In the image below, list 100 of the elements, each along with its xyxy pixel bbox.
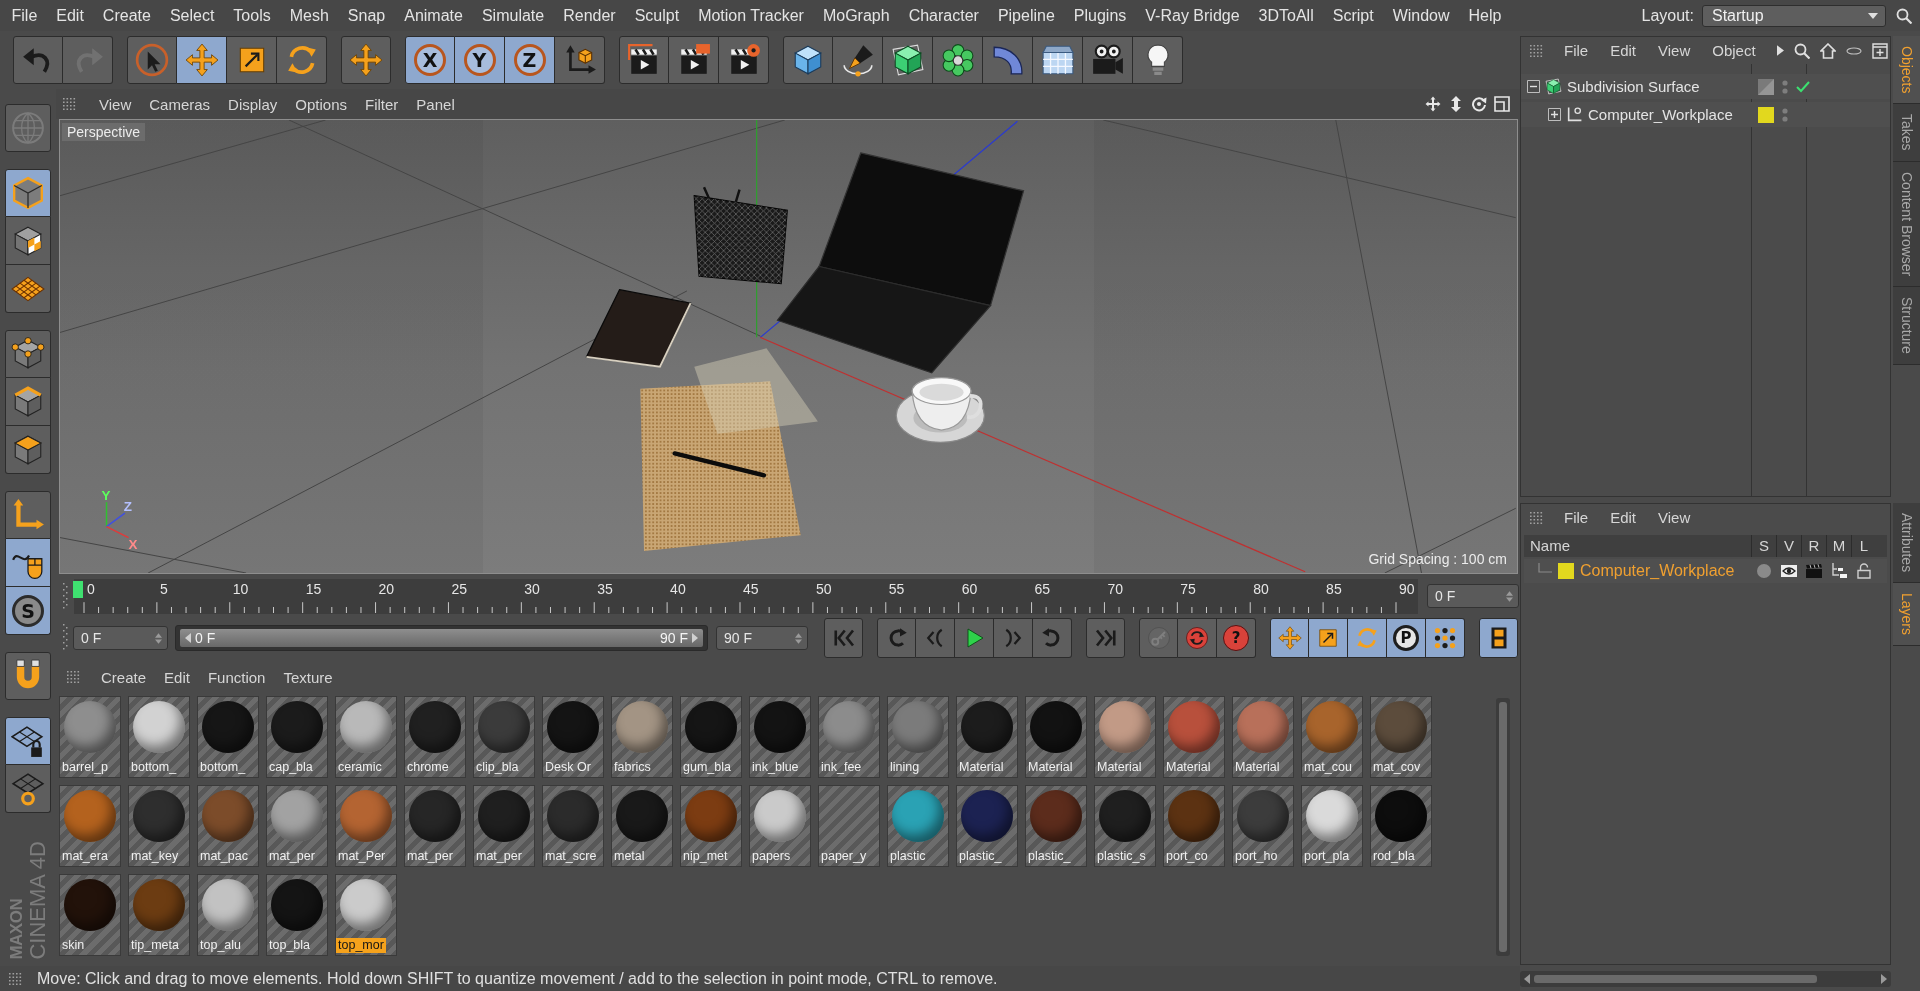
menu-item[interactable]: File [2, 5, 47, 26]
material-swatch[interactable]: rod_bla [1370, 785, 1432, 867]
layout-dropdown[interactable]: Startup [1702, 4, 1886, 27]
menu-item[interactable]: Animate [394, 5, 473, 26]
material-swatch[interactable]: mat_pac [197, 785, 259, 867]
menu-item[interactable]: Tools [223, 5, 281, 26]
four-way-arrow-icon[interactable] [1425, 96, 1441, 112]
menu-item[interactable]: Object [1701, 42, 1767, 59]
material-swatch[interactable]: ink_blue [749, 696, 811, 778]
render-settings-button[interactable] [719, 36, 769, 84]
previous-key-button[interactable] [877, 618, 916, 658]
material-swatch[interactable]: cap_bla [266, 696, 328, 778]
material-swatch[interactable]: mat_cov [1370, 696, 1432, 778]
menu-item[interactable]: Sculpt [625, 5, 689, 26]
right-arrow-icon[interactable] [692, 633, 698, 643]
polygons-mode-button[interactable] [5, 426, 51, 474]
camera-button[interactable] [1083, 36, 1133, 84]
grip-icon[interactable] [62, 97, 76, 111]
key-move-button[interactable] [1270, 618, 1309, 658]
material-swatch[interactable]: Material [1232, 696, 1294, 778]
timeline-button[interactable] [1479, 618, 1518, 658]
column-header[interactable]: Name [1524, 535, 1751, 557]
menu-item[interactable]: Filter [356, 95, 408, 113]
go-to-end-button[interactable] [1086, 618, 1125, 658]
menu-item[interactable]: Motion Tracker [688, 5, 814, 26]
axis-mode-button[interactable] [5, 491, 51, 539]
pen-button[interactable] [833, 36, 883, 84]
material-swatch[interactable]: port_ho [1232, 785, 1294, 867]
live-selection-button[interactable] [127, 36, 177, 84]
menu-item[interactable]: View [1647, 509, 1702, 526]
timeline-track[interactable]: 0 5 10 15 20 25 30 35 40 45 50 55 60 65 70 75 80 85 90 [74, 579, 1418, 614]
check-icon[interactable] [1796, 80, 1810, 93]
texture-mode-button[interactable] [5, 217, 51, 265]
side-tab[interactable]: Objects [1893, 36, 1920, 105]
material-swatch[interactable]: metal [611, 785, 673, 867]
vertical-scrollbar[interactable] [1496, 698, 1510, 956]
menu-item[interactable]: Script [1323, 5, 1384, 26]
key-points-button[interactable] [1426, 618, 1465, 658]
material-swatch[interactable]: papers [749, 785, 811, 867]
material-swatch[interactable]: mat_per [266, 785, 328, 867]
material-swatch[interactable]: Material [1094, 696, 1156, 778]
material-swatch[interactable]: ink_fee [818, 696, 880, 778]
range-bar[interactable]: 0 F 90 F [180, 629, 703, 647]
material-swatch[interactable]: Desk Or [542, 696, 604, 778]
minus-box-icon[interactable] [1527, 80, 1540, 93]
grip-icon[interactable] [1529, 43, 1543, 58]
triangle-right-icon[interactable] [1776, 45, 1784, 56]
light-button[interactable] [1133, 36, 1183, 84]
search-icon[interactable] [1793, 42, 1810, 59]
material-swatch[interactable]: chrome [404, 696, 466, 778]
material-swatch[interactable]: fabrics [611, 696, 673, 778]
menu-item[interactable]: Character [899, 5, 989, 26]
menu-item[interactable]: Texture [274, 668, 342, 686]
material-swatch[interactable]: bottom_ [197, 696, 259, 778]
menu-item[interactable]: Create [92, 668, 156, 686]
snap-button[interactable] [5, 652, 51, 700]
material-swatch[interactable]: Material [956, 696, 1018, 778]
column-header[interactable]: R [1801, 535, 1826, 557]
material-swatch[interactable]: plastic_s [1094, 785, 1156, 867]
next-key-button[interactable] [1033, 618, 1072, 658]
solo-button[interactable]: S [5, 587, 51, 635]
side-tab[interactable]: Attributes [1893, 503, 1920, 584]
column-header[interactable]: L [1851, 535, 1876, 557]
side-tab[interactable]: Layers [1893, 583, 1920, 647]
menu-item[interactable]: Create [93, 5, 161, 26]
coordinate-system-button[interactable] [555, 36, 605, 84]
menu-item[interactable]: Edit [155, 668, 199, 686]
material-swatch[interactable]: plastic_ [1025, 785, 1087, 867]
menu-item[interactable]: Cameras [140, 95, 220, 113]
side-tab[interactable]: Structure [1893, 287, 1920, 366]
key-rotate-button[interactable] [1348, 618, 1387, 658]
panel-toggle-icon[interactable] [1494, 96, 1510, 112]
material-swatch[interactable]: bottom_ [128, 696, 190, 778]
current-frame-field[interactable]: 0 F [1427, 584, 1519, 608]
rotate-tool-button[interactable] [277, 36, 327, 84]
menu-item[interactable]: Edit [1599, 42, 1648, 59]
object-row[interactable]: Computer_Workplace [1521, 102, 1890, 127]
grip-icon[interactable] [1529, 510, 1543, 525]
lock-workplane-button[interactable] [5, 717, 51, 765]
end-frame-field[interactable]: 90 F [716, 626, 808, 650]
menu-item[interactable]: Mesh [280, 5, 339, 26]
material-swatch[interactable]: mat_scre [542, 785, 604, 867]
open-padlock-icon[interactable] [1855, 563, 1872, 579]
rotate-arrow-icon[interactable] [1471, 96, 1487, 112]
axis-lock-button[interactable]: Y [455, 36, 505, 84]
material-swatch[interactable]: top_alu [197, 874, 259, 956]
key-scale-button[interactable] [1309, 618, 1348, 658]
menu-item[interactable]: Simulate [472, 5, 554, 26]
visibility-dots-icon[interactable] [1782, 79, 1788, 94]
undo-button[interactable] [13, 36, 63, 84]
render-view-button[interactable] [619, 36, 669, 84]
cube-button[interactable] [783, 36, 833, 84]
material-swatch[interactable]: lining [887, 696, 949, 778]
material-swatch[interactable]: mat_Per [335, 785, 397, 867]
slashed-square-icon[interactable] [1758, 78, 1774, 95]
points-mode-button[interactable] [5, 330, 51, 378]
deformer-button[interactable] [983, 36, 1033, 84]
tweak-mode-button[interactable] [5, 539, 51, 587]
autokey-button[interactable] [1178, 618, 1217, 658]
planar-workplane-button[interactable] [5, 765, 51, 813]
